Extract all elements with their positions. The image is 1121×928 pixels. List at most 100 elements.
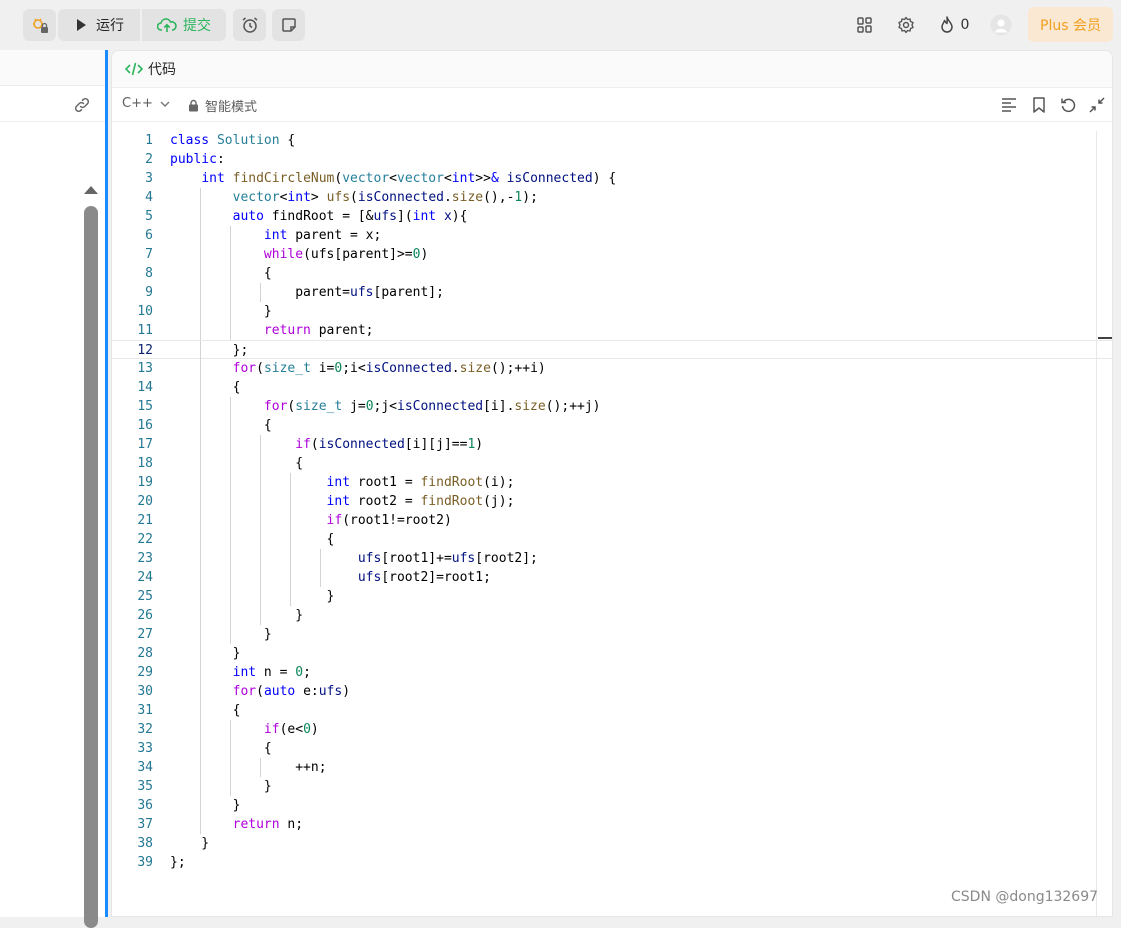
plus-membership-button[interactable]: Plus 会员 [1028, 7, 1113, 42]
indent-guide [200, 492, 201, 511]
code-text: vector<int> ufs(isConnected.size(),-1); [232, 190, 538, 205]
description-scrollbar[interactable] [84, 206, 98, 928]
code-line[interactable]: 20 int root2 = findRoot(j); [112, 492, 1112, 511]
code-line[interactable]: 35 } [112, 777, 1112, 796]
indent-guide [230, 625, 231, 644]
code-text: { [170, 703, 241, 718]
code-line[interactable]: 27 } [112, 625, 1112, 644]
settings-button[interactable] [894, 13, 918, 37]
indent-guide [230, 530, 231, 549]
code-line[interactable]: 3 int findCircleNum(vector<vector<int>>&… [112, 169, 1112, 188]
editor-scrollbar-track[interactable] [1096, 131, 1097, 916]
indent-guide [230, 739, 231, 758]
indent-guide [200, 359, 201, 378]
code-line[interactable]: 25 } [112, 587, 1112, 606]
code-text: int n = 0; [232, 665, 311, 680]
code-text: { [170, 266, 272, 281]
code-line[interactable]: 36 } [112, 796, 1112, 815]
indent-guide [200, 435, 201, 454]
code-line[interactable]: 23 ufs[root1]+=ufs[root2]; [112, 549, 1112, 568]
indent-guide [200, 245, 201, 264]
collapse-icon[interactable] [1088, 96, 1106, 114]
indent-guide [230, 226, 231, 245]
code-line[interactable]: 1 class Solution { [112, 131, 1112, 150]
line-number: 8 [145, 266, 153, 281]
link-icon[interactable] [72, 95, 92, 115]
indent-guide [290, 492, 291, 511]
code-line[interactable]: 9 parent=ufs[parent]; [112, 283, 1112, 302]
indent-guide [200, 207, 201, 226]
code-line[interactable]: 10 } [112, 302, 1112, 321]
run-button[interactable]: 运行 [58, 9, 140, 41]
bookmark-icon[interactable] [1030, 96, 1048, 114]
indent-guide [230, 492, 231, 511]
indent-guide [260, 549, 261, 568]
code-line[interactable]: 38 } [112, 834, 1112, 853]
code-text: } [170, 589, 335, 604]
indent-guide [200, 777, 201, 796]
code-line[interactable]: 33 { [112, 739, 1112, 758]
timer-button[interactable] [233, 9, 266, 41]
avatar[interactable] [989, 13, 1013, 37]
line-number: 10 [137, 304, 153, 319]
code-line[interactable]: 18 { [112, 454, 1112, 473]
code-line[interactable]: 4 vector<int> ufs(isConnected.size(),-1)… [112, 188, 1112, 207]
code-line[interactable]: 39}; [112, 853, 1112, 872]
code-line[interactable]: 16 { [112, 416, 1112, 435]
code-line[interactable]: 30 for(auto e:ufs) [112, 682, 1112, 701]
code-line[interactable]: 31 { [112, 701, 1112, 720]
indent-guide [230, 587, 231, 606]
code-line[interactable]: 15 for(size_t j=0;j<isConnected[i].size(… [112, 397, 1112, 416]
line-number: 21 [137, 513, 153, 528]
code-line[interactable]: 37 return n; [112, 815, 1112, 834]
indent-guide [230, 302, 231, 321]
scroll-up-arrow-icon[interactable] [83, 184, 99, 196]
code-line[interactable]: 34 ++n; [112, 758, 1112, 777]
line-number: 27 [137, 627, 153, 642]
code-line[interactable]: 8 { [112, 264, 1112, 283]
code-line[interactable]: 17 if(isConnected[i][j]==1) [112, 435, 1112, 454]
code-line[interactable]: 21 if(root1!=root2) [112, 511, 1112, 530]
line-number: 39 [137, 855, 153, 870]
code-line[interactable]: 11 return parent; [112, 321, 1112, 340]
code-line[interactable]: 22 { [112, 530, 1112, 549]
code-text: }; [170, 343, 249, 358]
code-line[interactable]: 32 if(e<0) [112, 720, 1112, 739]
indent-guide [320, 568, 321, 587]
editor-mode[interactable]: 智能模式 [188, 96, 257, 115]
submit-button[interactable]: 提交 [142, 9, 226, 41]
streak-counter[interactable]: 0 [936, 13, 972, 37]
line-number: 9 [145, 285, 153, 300]
code-text: } [170, 646, 241, 661]
code-line[interactable]: 13 for(size_t i=0;i<isConnected.size();+… [112, 359, 1112, 378]
indent-guide [260, 606, 261, 625]
format-code-icon[interactable] [1000, 96, 1018, 114]
code-text: }; [170, 855, 186, 870]
language-select[interactable]: C++ [122, 96, 171, 111]
code-line[interactable]: 19 int root1 = findRoot(i); [112, 473, 1112, 492]
line-number: 24 [137, 570, 153, 585]
indent-guide [230, 416, 231, 435]
reset-icon[interactable] [1059, 96, 1077, 114]
code-line[interactable]: 26 } [112, 606, 1112, 625]
code-line[interactable]: 12 }; [112, 340, 1112, 360]
code-text: } [170, 798, 241, 813]
debug-button[interactable] [23, 9, 56, 41]
code-line[interactable]: 24 ufs[root2]=root1; [112, 568, 1112, 587]
code-line[interactable]: 7 while(ufs[parent]>=0) [112, 245, 1112, 264]
code-text: return n; [232, 817, 304, 832]
code-text: if(e<0) [263, 722, 319, 737]
panel-resize-handle[interactable] [105, 50, 108, 917]
indent-guide [260, 758, 261, 777]
line-number: 34 [137, 760, 153, 775]
code-line[interactable]: 6 int parent = x; [112, 226, 1112, 245]
code-line[interactable]: 2 public: [112, 150, 1112, 169]
code-line[interactable]: 29 int n = 0; [112, 663, 1112, 682]
layout-button[interactable] [853, 13, 877, 37]
code-line[interactable]: 5 auto findRoot = [&ufs](int x){ [112, 207, 1112, 226]
code-line[interactable]: 28 } [112, 644, 1112, 663]
note-button[interactable] [272, 9, 305, 41]
indent-guide [230, 473, 231, 492]
code-line[interactable]: 14 { [112, 378, 1112, 397]
indent-guide [230, 758, 231, 777]
